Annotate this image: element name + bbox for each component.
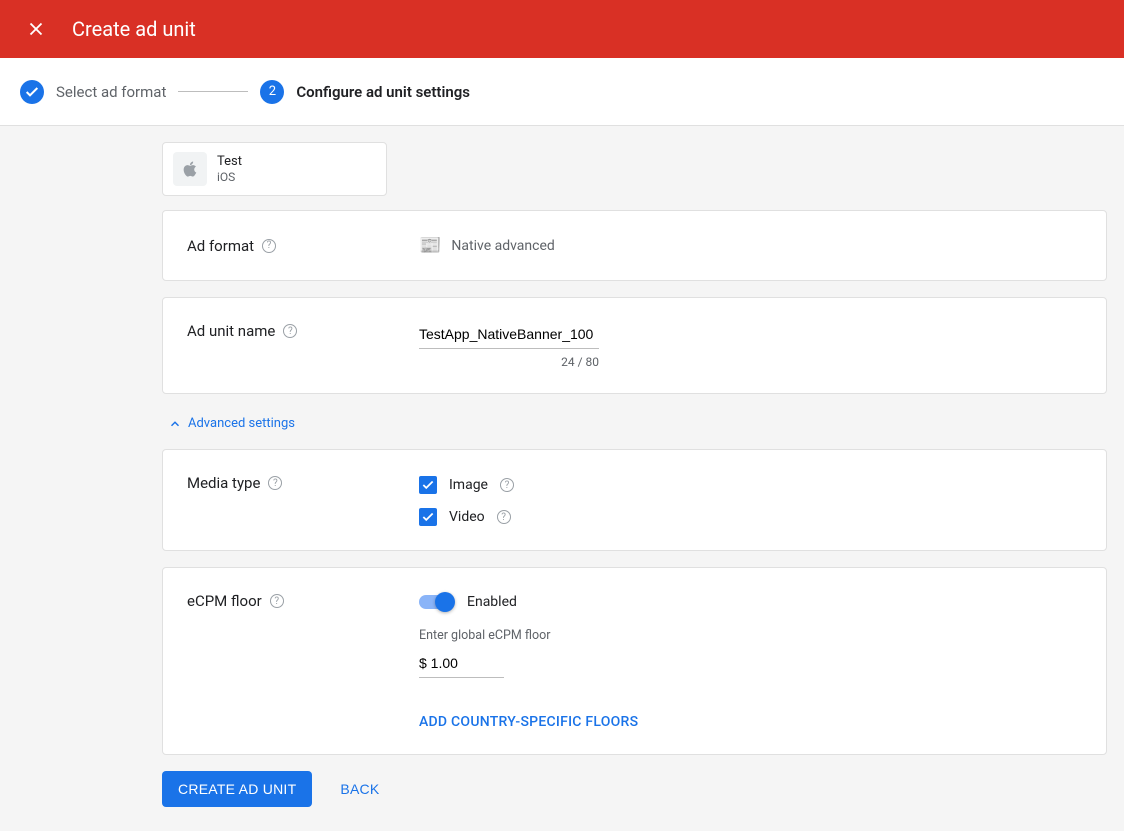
ad-unit-name-label: Ad unit name <box>187 322 275 340</box>
ad-unit-name-card: Ad unit name ? 24 / 80 <box>162 297 1107 394</box>
native-ad-icon: 📰 <box>419 235 441 256</box>
help-icon[interactable]: ? <box>270 594 284 608</box>
apple-icon <box>173 152 207 186</box>
close-icon <box>25 18 47 40</box>
app-card: Test iOS <box>162 142 387 196</box>
help-icon[interactable]: ? <box>283 324 297 338</box>
step-connector <box>178 91 248 92</box>
close-button[interactable] <box>20 13 52 45</box>
ad-format-card: Ad format ? 📰 Native advanced <box>162 210 1107 281</box>
check-icon <box>421 510 435 524</box>
ad-unit-name-input[interactable] <box>419 322 599 349</box>
media-type-card: Media type ? Image ? Video ? <box>162 449 1107 551</box>
back-button[interactable]: Back <box>340 781 379 797</box>
step-1-label: Select ad format <box>56 83 166 101</box>
ecpm-floor-label: eCPM floor <box>187 592 262 610</box>
content: Test iOS Ad format ? 📰 Native advanced A… <box>0 126 1124 831</box>
ecpm-toggle-label: Enabled <box>467 594 517 610</box>
chevron-up-icon <box>168 417 182 431</box>
media-type-label: Media type <box>187 474 260 492</box>
step-1[interactable]: Select ad format <box>20 80 166 104</box>
header-title: Create ad unit <box>72 17 196 41</box>
add-country-floors-button[interactable]: Add country-specific floors <box>419 714 1082 730</box>
ad-format-value: Native advanced <box>451 238 554 254</box>
ecpm-floor-card: eCPM floor ? Enabled Enter global eCPM f… <box>162 567 1107 755</box>
image-label: Image <box>449 477 488 493</box>
help-icon[interactable]: ? <box>497 510 511 524</box>
advanced-settings-label: Advanced settings <box>188 416 295 431</box>
video-checkbox[interactable] <box>419 508 437 526</box>
app-platform: iOS <box>217 170 242 184</box>
char-count: 24 / 80 <box>419 355 599 369</box>
create-ad-unit-button[interactable]: Create ad unit <box>162 771 312 807</box>
step-2-label: Configure ad unit settings <box>296 83 470 101</box>
ecpm-input[interactable] <box>419 651 504 678</box>
step-1-check-icon <box>20 80 44 104</box>
app-name: Test <box>217 154 242 169</box>
help-icon[interactable]: ? <box>500 478 514 492</box>
image-checkbox[interactable] <box>419 476 437 494</box>
header-bar: Create ad unit <box>0 0 1124 58</box>
ecpm-hint: Enter global eCPM floor <box>419 628 1082 643</box>
step-2: 2 Configure ad unit settings <box>260 80 470 104</box>
footer-actions: Create ad unit Back <box>162 771 1107 807</box>
ecpm-toggle[interactable] <box>419 592 455 612</box>
ad-format-label: Ad format <box>187 237 254 255</box>
check-icon <box>421 478 435 492</box>
step-2-number: 2 <box>260 80 284 104</box>
video-label: Video <box>449 509 485 525</box>
stepper: Select ad format 2 Configure ad unit set… <box>0 58 1124 126</box>
help-icon[interactable]: ? <box>262 239 276 253</box>
help-icon[interactable]: ? <box>268 476 282 490</box>
advanced-settings-toggle[interactable]: Advanced settings <box>162 410 1107 449</box>
